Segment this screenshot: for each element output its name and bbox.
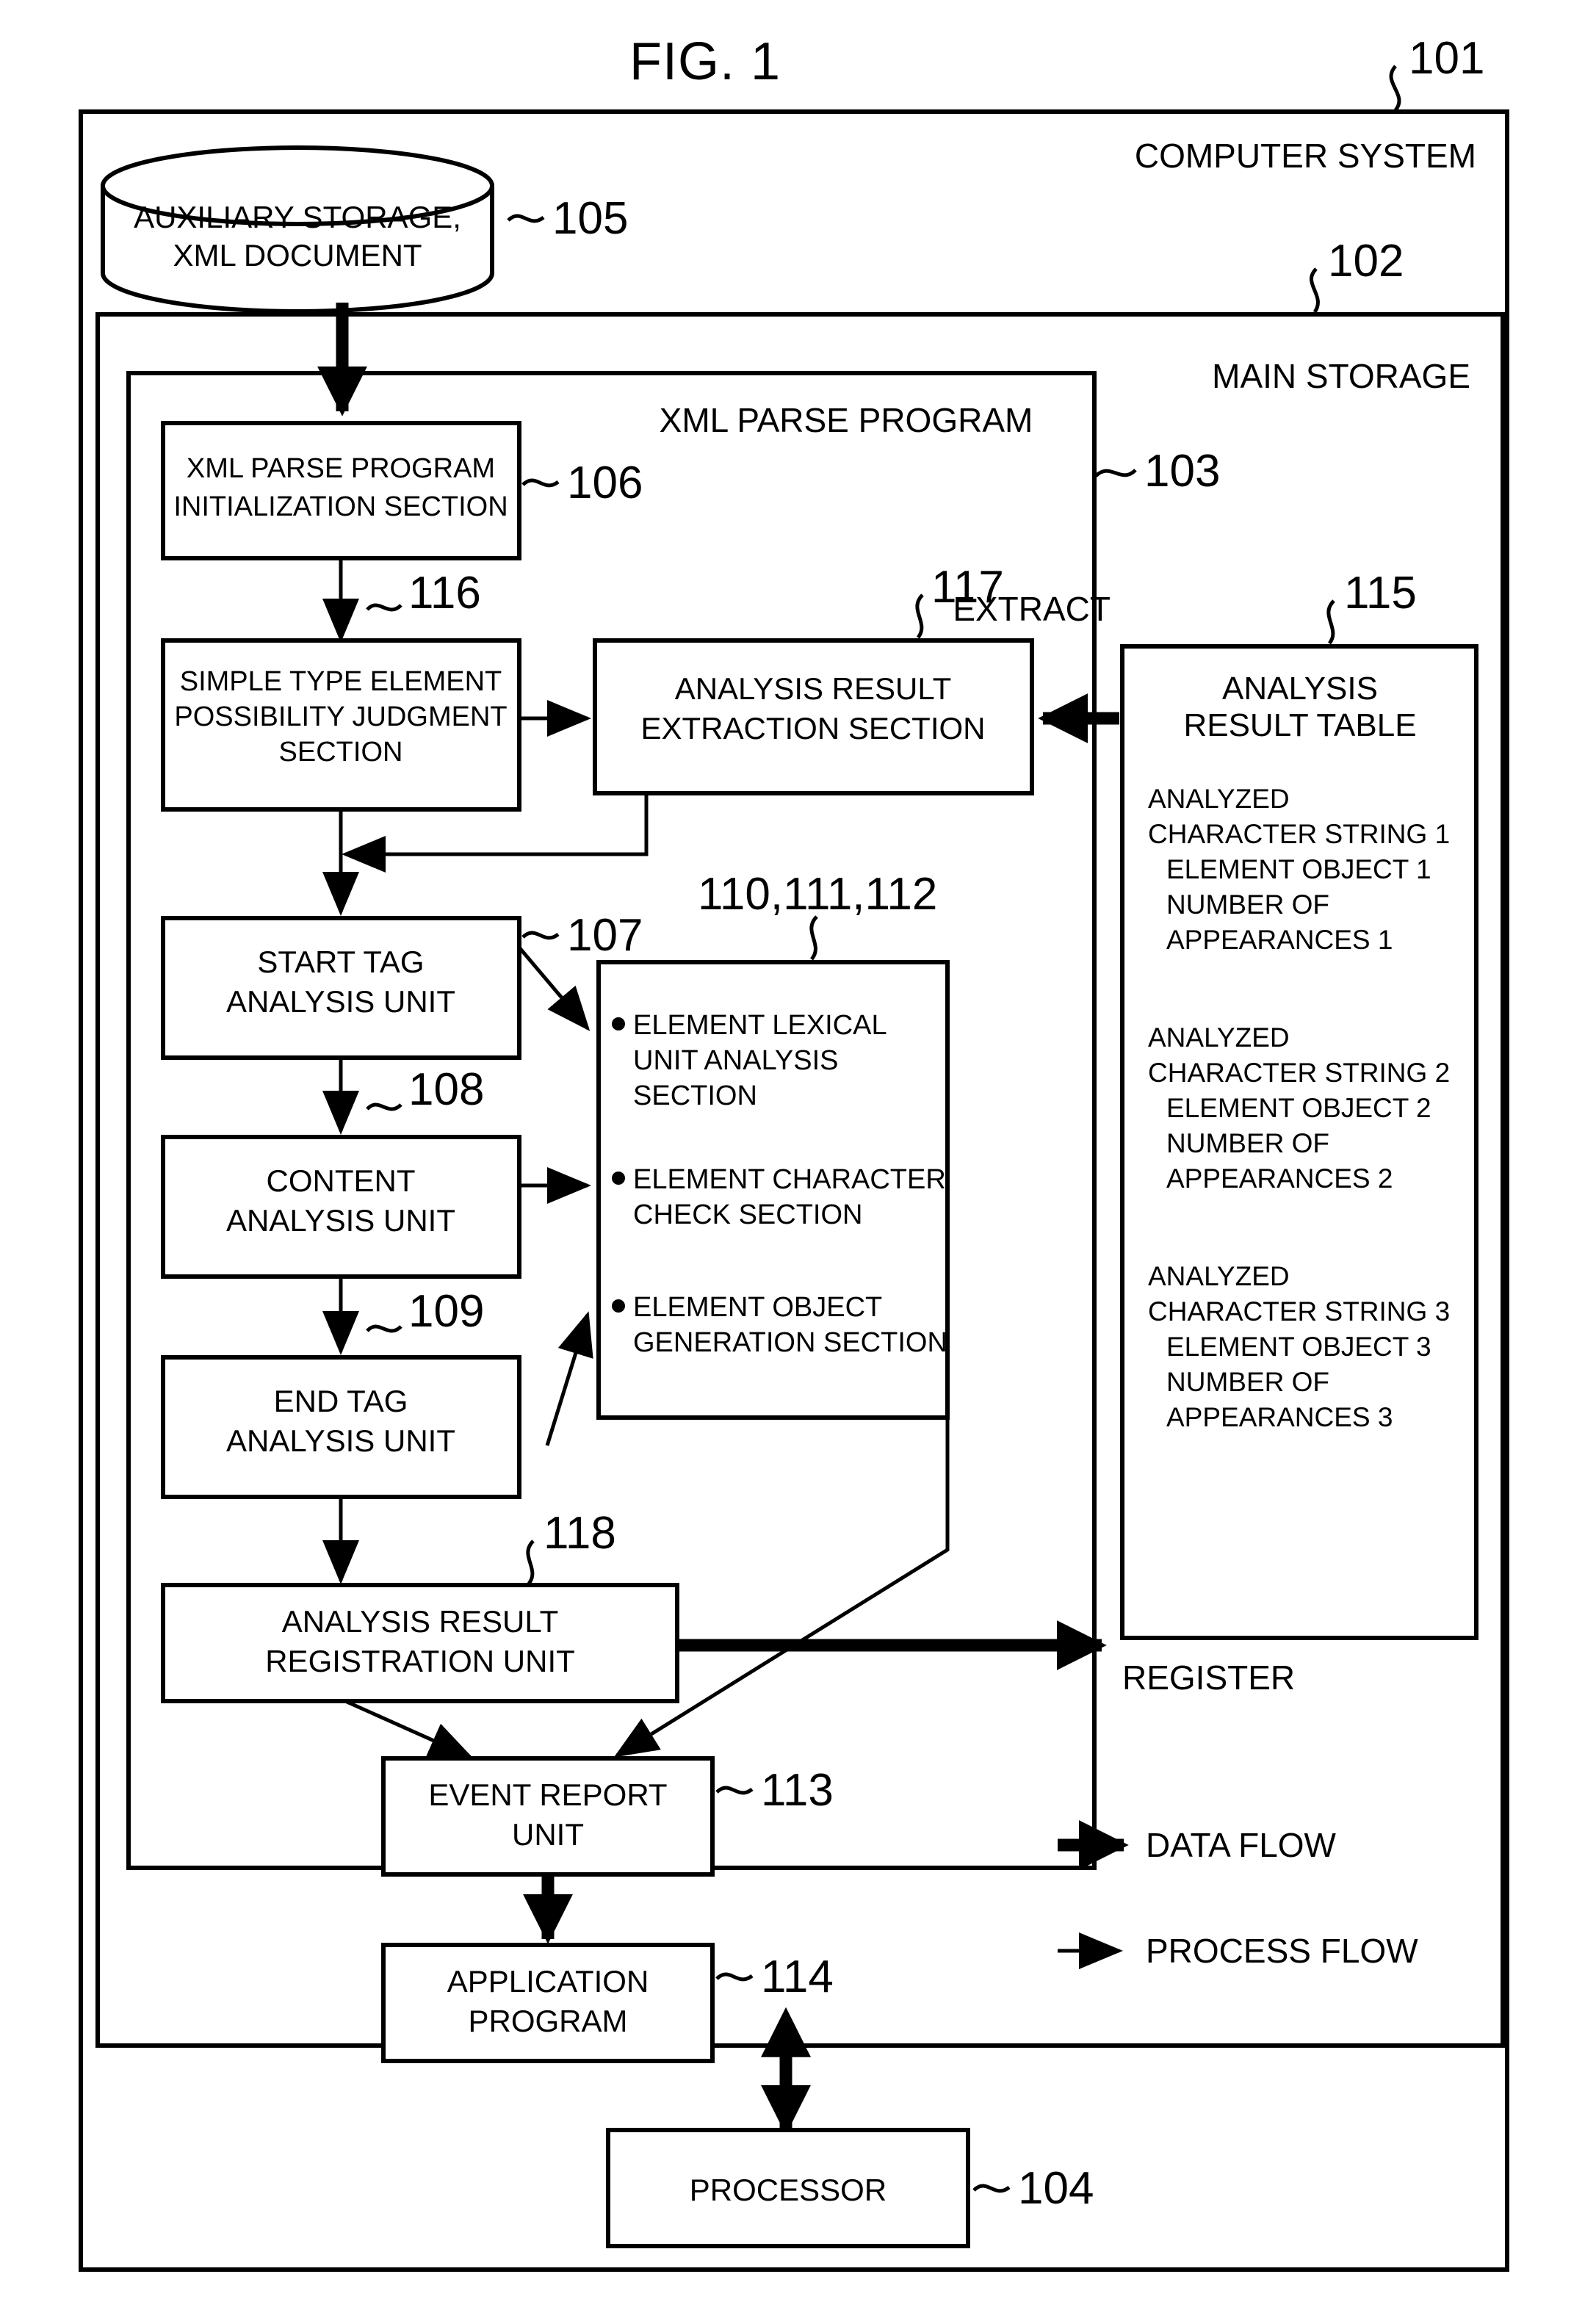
entry3-l4: NUMBER OF <box>1166 1367 1329 1397</box>
entry1-l1: ANALYZED <box>1148 784 1290 814</box>
entry1-l3: ELEMENT OBJECT 1 <box>1166 854 1431 884</box>
sections-item1-line3: SECTION <box>633 1080 757 1111</box>
box-116-line1: SIMPLE TYPE ELEMENT <box>180 666 502 697</box>
table-title-line1: ANALYSIS <box>1222 671 1378 707</box>
box-104-line1: PROCESSOR <box>690 2173 887 2207</box>
ref-number-107: 107 <box>567 910 643 961</box>
ref-number-110-111-112: 110,111,112 <box>698 869 937 920</box>
entry1-l2: CHARACTER STRING 1 <box>1148 819 1450 849</box>
box-application-program <box>381 1943 715 2063</box>
ref-number-106: 106 <box>567 458 643 508</box>
box-109-line2: ANALYSIS UNIT <box>226 1423 455 1458</box>
register-label: REGISTER <box>1122 1658 1295 1697</box>
ref-number-113: 113 <box>761 1765 834 1816</box>
sections-item1-line2: UNIT ANALYSIS <box>633 1045 838 1076</box>
entry1-l5: APPEARANCES 1 <box>1166 925 1393 955</box>
ref-number-118: 118 <box>544 1508 616 1559</box>
box-117-line1: ANALYSIS RESULT <box>675 671 952 706</box>
box-118-line2: REGISTRATION UNIT <box>265 1644 575 1678</box>
ref-number-101: 101 <box>1409 33 1484 84</box>
entry2-l5: APPEARANCES 2 <box>1166 1163 1393 1194</box>
box-event-report-unit <box>381 1756 715 1877</box>
entry3-l3: ELEMENT OBJECT 3 <box>1166 1332 1431 1362</box>
main-storage-label: MAIN STORAGE <box>1212 357 1470 395</box>
legend-process-flow-label: PROCESS FLOW <box>1146 1932 1418 1970</box>
box-analysis-result-registration-unit <box>161 1583 679 1703</box>
entry1-l4: NUMBER OF <box>1166 889 1329 920</box>
box-107-line1: START TAG <box>257 945 424 979</box>
auxiliary-storage-line1: AUXILIARY STORAGE, <box>134 200 461 234</box>
bullet-icon-1 <box>612 1017 625 1030</box>
sections-item3-line1: ELEMENT OBJECT <box>633 1292 882 1323</box>
ref-number-108: 108 <box>408 1064 484 1115</box>
table-title-line2: RESULT TABLE <box>1183 707 1416 743</box>
entry3-l1: ANALYZED <box>1148 1261 1290 1291</box>
ref-number-104: 104 <box>1018 2163 1094 2214</box>
auxiliary-storage-line2: XML DOCUMENT <box>173 238 422 272</box>
leader-squiggle-101 <box>1389 65 1401 112</box>
xml-parse-program-label: XML PARSE PROGRAM <box>660 401 1033 439</box>
ref-number-103: 103 <box>1144 446 1220 497</box>
entry2-l1: ANALYZED <box>1148 1022 1290 1053</box>
ref-number-109: 109 <box>408 1286 484 1337</box>
box-113-line2: UNIT <box>512 1817 584 1852</box>
entry3-l5: APPEARANCES 3 <box>1166 1402 1393 1432</box>
sections-item2-line1: ELEMENT CHARACTER <box>633 1164 946 1195</box>
entry2-l4: NUMBER OF <box>1166 1128 1329 1158</box>
box-109-line1: END TAG <box>274 1384 408 1418</box>
entry2-l3: ELEMENT OBJECT 2 <box>1166 1093 1431 1123</box>
ref-number-105: 105 <box>552 193 628 244</box>
bullet-icon-3 <box>612 1299 625 1313</box>
box-106-line1: XML PARSE PROGRAM <box>187 453 495 484</box>
ref-number-102: 102 <box>1328 236 1404 286</box>
box-106-line2: INITIALIZATION SECTION <box>173 491 508 522</box>
bullet-icon-2 <box>612 1172 625 1185</box>
diagram-canvas: FIG. 1 101 COMPUTER SYSTEM AUXILIARY STO… <box>79 32 1509 2272</box>
legend-data-flow-label: DATA FLOW <box>1146 1826 1337 1864</box>
box-108-line1: CONTENT <box>267 1163 416 1198</box>
sections-item3-line2: GENERATION SECTION <box>633 1327 947 1358</box>
box-114-line2: PROGRAM <box>468 2004 627 2038</box>
box-116-line3: SECTION <box>279 737 403 768</box>
box-118-line1: ANALYSIS RESULT <box>282 1604 559 1639</box>
sections-item1-line1: ELEMENT LEXICAL <box>633 1010 887 1041</box>
entry3-l2: CHARACTER STRING 3 <box>1148 1296 1450 1326</box>
ref-number-114: 114 <box>761 1952 834 2002</box>
patent-figure: FIG. 1 101 COMPUTER SYSTEM AUXILIARY STO… <box>0 0 1596 2321</box>
box-108-line2: ANALYSIS UNIT <box>226 1203 455 1238</box>
box-107-line2: ANALYSIS UNIT <box>226 984 455 1019</box>
figure-title: FIG. 1 <box>629 32 781 91</box>
computer-system-label: COMPUTER SYSTEM <box>1135 137 1476 175</box>
box-117-line2: EXTRACTION SECTION <box>640 711 985 746</box>
box-113-line1: EVENT REPORT <box>428 1777 667 1812</box>
sections-item2-line2: CHECK SECTION <box>633 1199 862 1230</box>
ref-number-116: 116 <box>408 568 481 618</box>
extract-label: EXTRACT <box>953 590 1111 628</box>
box-114-line1: APPLICATION <box>447 1964 649 1999</box>
ref-number-115: 115 <box>1344 568 1417 618</box>
box-xml-parse-program-initialization-section <box>161 421 521 560</box>
entry2-l2: CHARACTER STRING 2 <box>1148 1058 1450 1088</box>
box-116-line2: POSSIBILITY JUDGMENT <box>174 701 507 732</box>
